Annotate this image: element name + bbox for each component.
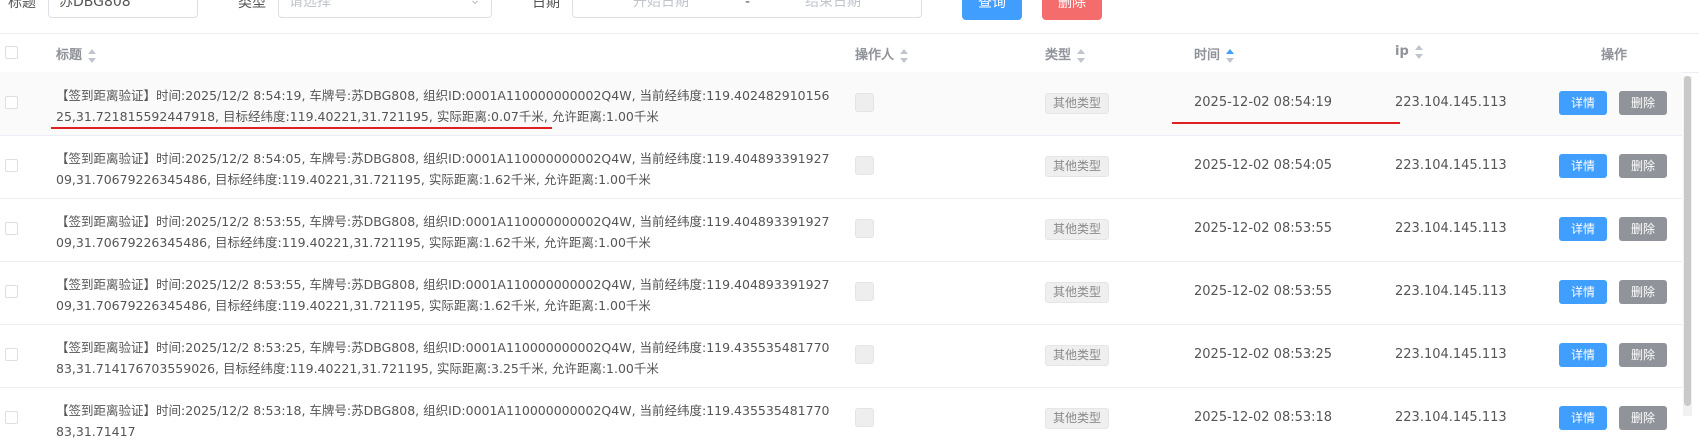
column-header-ip[interactable]: ip (1395, 44, 1423, 59)
detail-button[interactable]: 详情 (1559, 343, 1607, 367)
title-filter-input[interactable]: 苏DBG808 (48, 0, 198, 18)
date-filter-label: 日期 (532, 0, 560, 11)
type-tag: 其他类型 (1045, 408, 1110, 429)
sort-icon[interactable] (88, 48, 97, 63)
date-range-picker[interactable]: 开始日期 - 结束日期 (572, 0, 922, 18)
sort-icon[interactable] (1077, 48, 1086, 63)
type-tag: 其他类型 (1045, 156, 1110, 177)
row-checkbox[interactable] (5, 96, 18, 109)
row-ip: 223.104.145.113 (1395, 158, 1507, 173)
column-header-operator[interactable]: 操作人 (855, 44, 909, 63)
chevron-down-icon: ⌄ (469, 0, 481, 8)
delete-button[interactable]: 删除 (1619, 217, 1667, 241)
date-separator: - (745, 0, 751, 10)
row-checkbox[interactable] (5, 285, 18, 298)
row-time: 2025-12-02 08:53:18 (1194, 410, 1333, 425)
column-header-title-label: 标题 (56, 48, 83, 63)
column-header-time[interactable]: 时间 (1194, 44, 1235, 63)
delete-button[interactable]: 删除 (1619, 406, 1667, 430)
sort-icon[interactable] (1414, 44, 1423, 59)
operator-placeholder (855, 282, 874, 301)
date-start-placeholder: 开始日期 (633, 0, 689, 10)
row-checkbox[interactable] (5, 411, 18, 424)
detail-button[interactable]: 详情 (1559, 406, 1607, 430)
row-title: 【签到距离验证】时间:2025/12/2 8:54:19, 车牌号:苏DBG80… (56, 88, 830, 124)
row-time: 2025-12-02 08:53:25 (1194, 347, 1333, 362)
operator-placeholder (855, 93, 874, 112)
row-ip: 223.104.145.113 (1395, 284, 1507, 299)
row-title: 【签到距离验证】时间:2025/12/2 8:54:05, 车牌号:苏DBG80… (56, 151, 830, 187)
type-filter-select[interactable]: 请选择 ⌄ (278, 0, 492, 18)
delete-button[interactable]: 删除 (1619, 154, 1667, 178)
delete-button[interactable]: 删除 (1619, 343, 1667, 367)
select-all-checkbox[interactable] (5, 46, 18, 59)
row-time: 2025-12-02 08:54:05 (1194, 158, 1333, 173)
type-filter-label: 类型 (238, 0, 266, 11)
annotation-underline-time (1172, 122, 1400, 124)
type-filter-placeholder: 请选择 (289, 0, 331, 10)
operator-placeholder (855, 345, 874, 364)
row-title: 【签到距离验证】时间:2025/12/2 8:53:55, 车牌号:苏DBG80… (56, 214, 830, 250)
batch-delete-button[interactable]: 删除 (1042, 0, 1102, 20)
row-ip: 223.104.145.113 (1395, 347, 1507, 362)
row-checkbox[interactable] (5, 222, 18, 235)
sort-icon[interactable] (900, 48, 909, 63)
table-row: 【签到距离验证】时间:2025/12/2 8:53:25, 车牌号:苏DBG80… (0, 324, 1682, 388)
column-header-actions: 操作 (1601, 48, 1628, 63)
row-time: 2025-12-02 08:53:55 (1194, 221, 1333, 236)
column-header-operator-label: 操作人 (855, 48, 895, 63)
type-tag: 其他类型 (1045, 282, 1110, 303)
table-row: 【签到距离验证】时间:2025/12/2 8:53:55, 车牌号:苏DBG80… (0, 261, 1682, 325)
row-title: 【签到距离验证】时间:2025/12/2 8:53:55, 车牌号:苏DBG80… (56, 277, 830, 313)
column-header-type-label: 类型 (1045, 48, 1072, 63)
row-ip: 223.104.145.113 (1395, 95, 1507, 110)
annotation-underline-title (51, 127, 552, 129)
title-filter-label: 标题 (8, 0, 36, 11)
table-header: 标题 操作人 类型 时间 ip 操作 (0, 33, 1699, 73)
row-title: 【签到距离验证】时间:2025/12/2 8:53:25, 车牌号:苏DBG80… (56, 340, 830, 376)
delete-button[interactable]: 删除 (1619, 91, 1667, 115)
operator-placeholder (855, 219, 874, 238)
row-ip: 223.104.145.113 (1395, 221, 1507, 236)
table-row: 【签到距离验证】时间:2025/12/2 8:54:05, 车牌号:苏DBG80… (0, 135, 1682, 199)
operator-placeholder (855, 408, 874, 427)
scrollbar-thumb[interactable] (1684, 76, 1691, 406)
type-tag: 其他类型 (1045, 93, 1110, 114)
title-filter-value: 苏DBG808 (59, 0, 131, 10)
detail-button[interactable]: 详情 (1559, 217, 1607, 241)
delete-button[interactable]: 删除 (1619, 280, 1667, 304)
vertical-scrollbar[interactable] (1683, 76, 1692, 416)
query-button[interactable]: 查询 (962, 0, 1022, 20)
sort-ascending-icon[interactable] (1226, 48, 1235, 63)
table-row: 【签到距离验证】时间:2025/12/2 8:53:55, 车牌号:苏DBG80… (0, 198, 1682, 262)
column-header-time-label: 时间 (1194, 48, 1221, 63)
column-header-title[interactable]: 标题 (56, 44, 97, 63)
row-checkbox[interactable] (5, 159, 18, 172)
operator-placeholder (855, 156, 874, 175)
row-title: 【签到距离验证】时间:2025/12/2 8:53:18, 车牌号:苏DBG80… (56, 403, 830, 439)
detail-button[interactable]: 详情 (1559, 91, 1607, 115)
column-header-type[interactable]: 类型 (1045, 44, 1086, 63)
filter-bar: 标题 苏DBG808 类型 请选择 ⌄ 日期 开始日期 - 结束日期 查询 删除 (0, 0, 1699, 28)
type-tag: 其他类型 (1045, 345, 1110, 366)
table-row: 【签到距离验证】时间:2025/12/2 8:53:18, 车牌号:苏DBG80… (0, 387, 1682, 439)
row-time: 2025-12-02 08:54:19 (1194, 95, 1333, 110)
column-header-ip-label: ip (1395, 44, 1409, 59)
detail-button[interactable]: 详情 (1559, 280, 1607, 304)
date-end-placeholder: 结束日期 (805, 0, 861, 10)
type-tag: 其他类型 (1045, 219, 1110, 240)
row-checkbox[interactable] (5, 348, 18, 361)
row-time: 2025-12-02 08:53:55 (1194, 284, 1333, 299)
detail-button[interactable]: 详情 (1559, 154, 1607, 178)
row-ip: 223.104.145.113 (1395, 410, 1507, 425)
